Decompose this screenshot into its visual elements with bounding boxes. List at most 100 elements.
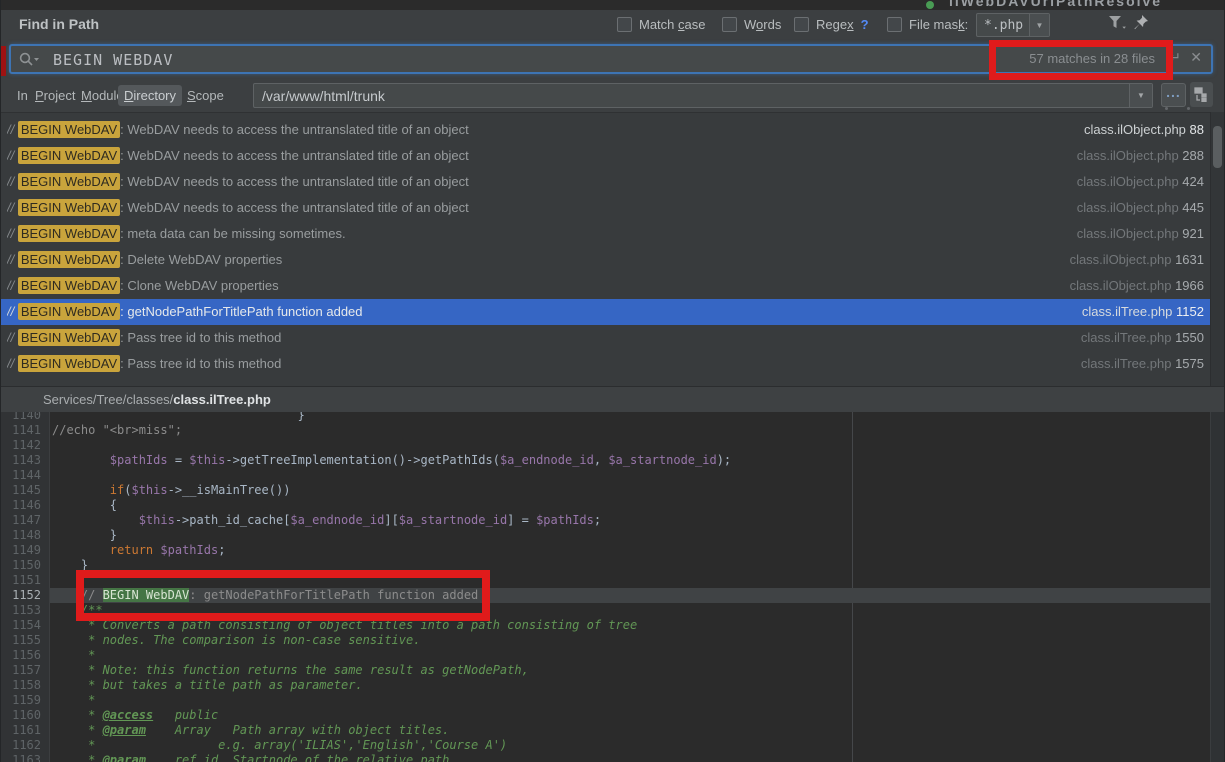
result-row[interactable]: // BEGIN WebDAV: WebDAV needs to access …	[1, 117, 1224, 143]
splitter-dot	[1165, 107, 1168, 110]
scope-in-label: In	[17, 88, 28, 103]
code-line[interactable]: 1142	[1, 438, 1211, 453]
chevron-down-icon[interactable]: ▼	[1029, 14, 1049, 36]
clear-search-icon[interactable]: ✕	[1190, 49, 1202, 66]
line-number: 1144	[1, 468, 50, 483]
newline-icon[interactable]: ↵	[1169, 49, 1181, 66]
option-words[interactable]: Words	[722, 17, 781, 32]
code-line[interactable]: 1141//echo "<br>miss";	[1, 423, 1211, 438]
code-line[interactable]: 1145 if($this->__isMainTree())	[1, 483, 1211, 498]
code-line[interactable]: 1152 // BEGIN WebDAV: getNodePathForTitl…	[1, 588, 1211, 603]
scope-tab-scope[interactable]: Scope	[181, 85, 230, 106]
result-location: class.ilObject.php 445	[1077, 195, 1204, 221]
code-token: *	[52, 693, 95, 707]
code-line[interactable]: 1157 * Note: this function returns the s…	[1, 663, 1211, 678]
result-row[interactable]: // BEGIN WebDAV: WebDAV needs to access …	[1, 143, 1224, 169]
option-match-case[interactable]: Match case	[617, 17, 705, 32]
regex-help-icon[interactable]: ?	[861, 17, 869, 32]
option-regex[interactable]: Regex?	[794, 17, 869, 32]
code-token: $this	[189, 453, 225, 467]
code-line[interactable]: 1160 * @access public	[1, 708, 1211, 723]
code-token: ->getTreeImplementation()->getPathIds(	[225, 453, 500, 467]
code-line[interactable]: 1150 }	[1, 558, 1211, 573]
code-line[interactable]: 1148 }	[1, 528, 1211, 543]
match-case-checkbox[interactable]	[617, 17, 632, 32]
code-text: return $pathIds;	[50, 543, 1211, 558]
result-row[interactable]: // BEGIN WebDAV: Pass tree id to this me…	[1, 351, 1224, 377]
code-line[interactable]: 1159 *	[1, 693, 1211, 708]
code-line[interactable]: 1143 $pathIds = $this->getTreeImplementa…	[1, 453, 1211, 468]
browse-directory-button[interactable]: ...	[1161, 83, 1186, 107]
code-text: $pathIds = $this->getTreeImplementation(…	[50, 453, 1211, 468]
file-mask-checkbox[interactable]	[887, 17, 902, 32]
code-line[interactable]: 1161 * @param Array Path array with obje…	[1, 723, 1211, 738]
file-mask-label: File mask:	[909, 17, 968, 32]
result-row[interactable]: // BEGIN WebDAV: Clone WebDAV properties…	[1, 273, 1224, 299]
comment-prefix: //	[7, 252, 18, 267]
line-number: 1152	[1, 588, 50, 603]
code-line[interactable]: 1140 }	[1, 412, 1211, 423]
search-field[interactable]: 57 matches in 28 files ↵ ✕	[9, 44, 1213, 74]
directory-combo[interactable]: ▼	[253, 83, 1153, 108]
code-token	[52, 513, 139, 527]
preview-file-path: Services/Tree/classes/class.ilTree.php	[1, 386, 1224, 412]
code-line[interactable]: 1147 $this->path_id_cache[$a_endnode_id]…	[1, 513, 1211, 528]
line-number: 1156	[1, 648, 50, 663]
code-token: ][	[384, 513, 398, 527]
search-icon[interactable]	[19, 52, 41, 72]
option-file-mask[interactable]: File mask:	[887, 17, 968, 32]
code-token: ;	[218, 543, 225, 557]
code-line[interactable]: 1151	[1, 573, 1211, 588]
code-token: =	[168, 453, 190, 467]
code-line[interactable]: 1156 *	[1, 648, 1211, 663]
match-highlight: BEGIN WebDAV	[18, 329, 120, 346]
directory-tree-button[interactable]	[1190, 82, 1213, 107]
code-text: // BEGIN WebDAV: getNodePathForTitlePath…	[50, 588, 1211, 603]
result-row[interactable]: // BEGIN WebDAV: Pass tree id to this me…	[1, 325, 1224, 351]
regex-checkbox[interactable]	[794, 17, 809, 32]
match-highlight: BEGIN WebDAV	[18, 277, 120, 294]
code-line[interactable]: 1155 * nodes. The comparison is non-case…	[1, 633, 1211, 648]
code-token: * Note: this function returns the same r…	[52, 663, 529, 677]
code-text: * e.g. array('ILIAS','English','Course A…	[50, 738, 1211, 753]
code-text: *	[50, 693, 1211, 708]
code-line[interactable]: 1146 {	[1, 498, 1211, 513]
code-text: * @param Array Path array with object ti…	[50, 723, 1211, 738]
scope-tab-directory[interactable]: Directory	[118, 85, 182, 106]
code-line[interactable]: 1162 * e.g. array('ILIAS','English','Cou…	[1, 738, 1211, 753]
code-preview-editor[interactable]: 1140 }1141//echo "<br>miss";11421143 $pa…	[1, 412, 1224, 762]
scope-tab-project[interactable]: Project	[29, 85, 81, 106]
code-token: ->__isMainTree())	[168, 483, 291, 497]
pin-icon[interactable]	[1132, 13, 1150, 31]
code-token	[52, 543, 110, 557]
code-token: *	[52, 753, 103, 762]
code-line[interactable]: 1153 /**	[1, 603, 1211, 618]
editor-scrollbar[interactable]	[1210, 412, 1224, 762]
file-mask-combo[interactable]: *.php ▼	[976, 13, 1050, 37]
code-line[interactable]: 1163 * @param ref_id Startnode of the re…	[1, 753, 1211, 762]
comment-prefix: //	[7, 174, 18, 189]
code-text: }	[50, 412, 1211, 423]
chevron-down-icon[interactable]: ▼	[1129, 84, 1152, 107]
code-line[interactable]: 1158 * but takes a title path as paramet…	[1, 678, 1211, 693]
line-number: 1155	[1, 633, 50, 648]
code-token: $pathIds	[536, 513, 594, 527]
search-input[interactable]	[51, 48, 855, 72]
code-line[interactable]: 1154 * Converts a path consisting of obj…	[1, 618, 1211, 633]
result-row[interactable]: // BEGIN WebDAV: meta data can be missin…	[1, 221, 1224, 247]
code-line[interactable]: 1144	[1, 468, 1211, 483]
file-mask-value[interactable]: *.php	[977, 18, 1029, 33]
directory-path-input[interactable]	[254, 87, 1129, 105]
results-scrollbar[interactable]	[1210, 112, 1224, 386]
result-location: class.ilObject.php 88	[1084, 117, 1204, 143]
result-row[interactable]: // BEGIN WebDAV: Delete WebDAV propertie…	[1, 247, 1224, 273]
code-token: }	[52, 528, 117, 542]
scrollbar-thumb[interactable]	[1213, 126, 1222, 168]
result-row[interactable]: // BEGIN WebDAV: WebDAV needs to access …	[1, 195, 1224, 221]
code-token: $this	[131, 483, 167, 497]
result-row[interactable]: // BEGIN WebDAV: getNodePathForTitlePath…	[1, 299, 1224, 325]
result-row[interactable]: // BEGIN WebDAV: WebDAV needs to access …	[1, 169, 1224, 195]
filter-icon[interactable]	[1107, 14, 1127, 32]
words-checkbox[interactable]	[722, 17, 737, 32]
code-line[interactable]: 1149 return $pathIds;	[1, 543, 1211, 558]
